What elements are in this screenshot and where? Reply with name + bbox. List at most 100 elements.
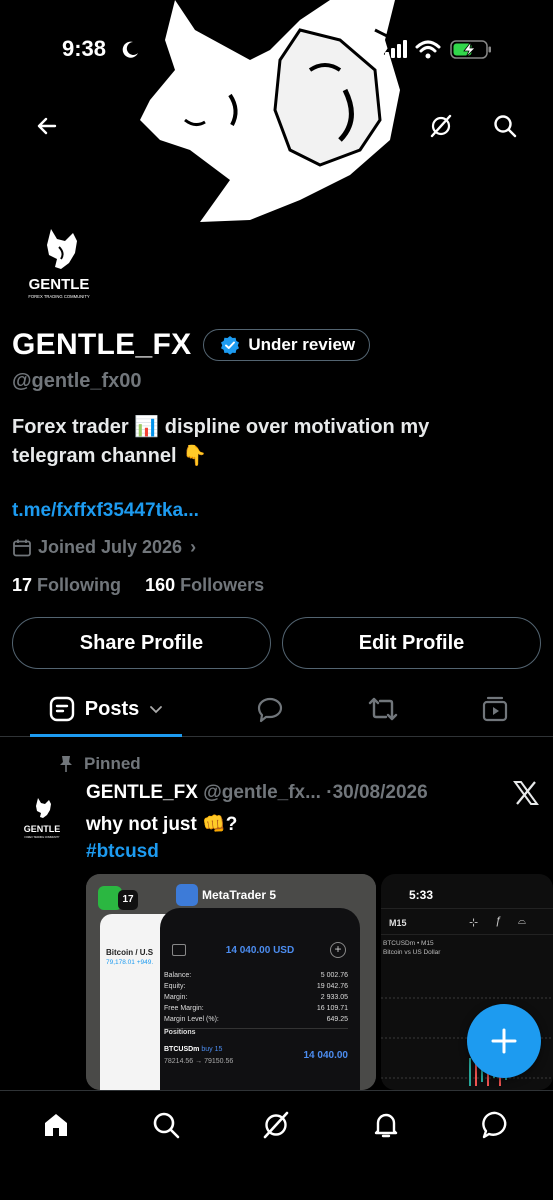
battery-charging-icon [450,40,491,59]
mt-account-row: Equity: 19 042.76 [164,981,348,992]
svg-text:FOREX TRADING COMMUNITY: FOREX TRADING COMMUNITY [28,294,90,299]
search-button[interactable] [485,106,525,146]
nav-home[interactable] [36,1105,76,1145]
mt-account-rows: Balance: 5 002.76 Equity: 19 042.76 Margin: 2… [164,970,348,1025]
posts-icon [49,696,74,722]
position-profit: 14 040.00 [303,1050,349,1061]
mt-account-row: Margin Level (%): 649.25 [164,1014,348,1025]
post-media-image[interactable]: 17 Bitcoin / U.S 79,178.01 +949. MetaTra… [86,874,376,1090]
wifi-icon [415,40,441,59]
follow-stats: 17 Following 160 Followers [12,575,264,596]
tab-media[interactable] [475,684,515,734]
chevron-down-icon [150,706,163,714]
calendar-icon [13,539,31,556]
post-author-handle[interactable]: @gentle_fx... [203,782,321,803]
plus-circle-icon: + [330,942,346,958]
shapes-icon: ⌓ [518,916,526,927]
mt-row-label: Margin Level (%): [164,1016,219,1023]
mt-row-value: 5 002.76 [320,972,348,979]
mt-row-value: 16 109.71 [316,1005,348,1012]
search-icon [494,115,517,138]
display-name: GENTLE_FX [12,328,192,361]
followers-count: 160 [145,575,176,595]
tab-posts[interactable]: Posts [30,684,182,737]
share-profile-button[interactable]: Share Profile [12,617,271,669]
position-side: buy 15 [201,1046,223,1053]
svg-text:GENTLE: GENTLE [24,824,61,834]
gentle-logo: GENTLE FOREX TRADING COMMUNITY [13,225,105,305]
profile-link[interactable]: t.me/fxffxf35447tka... [12,500,199,522]
pin-icon [60,756,72,772]
mt-account-row: Margin: 2 933.05 [164,992,348,1003]
post-date: ·30/08/2026 [326,782,428,803]
back-button[interactable] [27,106,67,146]
compose-post-button[interactable] [467,1004,541,1078]
nav-search[interactable] [146,1105,186,1145]
post-body: why not just 👊? #btcusd [86,811,237,865]
chevron-right-icon: › [190,537,197,557]
bell-icon [374,1113,398,1138]
mt-account-row: Balance: 5 002.76 [164,970,348,981]
status-time: 9:38 [62,36,107,61]
profile-tabs: Posts [0,684,553,737]
gentle-logo-small: GENTLE FOREX TRADING COMMUNITY [20,796,64,842]
grok-icon [430,114,452,138]
metatrader-app-icon [176,884,198,906]
tab-posts-label: Posts [84,697,140,720]
position-symbol: BTCUSDm [164,1046,200,1053]
tradingview-app-icon: 17 [118,890,138,910]
grok-button[interactable] [421,106,461,146]
mt-row-label: Balance: [164,972,192,979]
edit-profile-button[interactable]: Edit Profile [282,617,541,669]
mt-account-row: Free Margin: 16 109.71 [164,1003,348,1014]
post-hashtag[interactable]: #btcusd [86,838,237,865]
plus-icon [491,1028,517,1054]
reply-icon [257,697,283,723]
mt-row-value: 2 933.05 [320,994,348,1001]
moon-icon [122,41,138,58]
status-icons [385,38,505,67]
profile-handle: @gentle_fx00 [12,370,142,392]
nav-grok[interactable] [256,1105,296,1145]
x-logo-icon [513,781,539,810]
post-author-avatar[interactable]: GENTLE FOREX TRADING COMMUNITY [20,796,64,842]
repost-icon [368,697,398,721]
positions-label: Positions [164,1029,196,1036]
bottom-navigation [0,1090,553,1200]
following-count: 17 [12,575,33,595]
chart-timeframe: M15 [389,918,407,928]
verified-badge-icon [221,336,240,355]
tab-replies[interactable] [250,684,290,734]
pinned-label: Pinned [58,754,141,774]
video-icon [482,696,508,722]
grok-icon [263,1111,289,1139]
post-author-name[interactable]: GENTLE_FX [86,782,198,803]
profile-avatar[interactable]: GENTLE FOREX TRADING COMMUNITY [13,225,105,305]
arrow-left-icon [37,117,57,135]
mt-row-value: 19 042.76 [316,983,348,990]
pinned-text: Pinned [84,754,141,773]
search-icon [153,1112,180,1139]
function-icon: ƒ [495,915,502,927]
post-text-line: why not just 👊? [86,814,238,835]
ticker-price: 79,178.01 +949. [106,959,154,966]
mt-row-label: Equity: [164,983,186,990]
cellular-signal-icon [385,40,407,58]
followers-link[interactable]: 160 Followers [145,575,264,595]
nav-notifications[interactable] [366,1105,406,1145]
profile-name-row: GENTLE_FX Under review [12,328,371,362]
following-label: Following [37,575,122,595]
mt-row-label: Margin: [164,994,188,1001]
joined-date[interactable]: Joined July 2026 › [12,537,196,558]
mt-row-value: 649.25 [326,1016,348,1023]
badge-label: Under review [248,335,356,354]
position-row: BTCUSDm buy 15 [164,1046,222,1053]
under-review-badge[interactable]: Under review [203,329,371,361]
post-header: GENTLE_FX @gentle_fx... ·30/08/2026 [86,782,428,804]
nav-messages[interactable] [476,1105,516,1145]
tab-reposts[interactable] [363,684,403,734]
bio-line: Forex trader 📊 displine over motivation … [12,416,430,438]
ticker-name: Bitcoin / U.S [106,948,154,957]
following-link[interactable]: 17 Following [12,575,121,595]
crosshair-icon: ⊹ [469,917,479,929]
